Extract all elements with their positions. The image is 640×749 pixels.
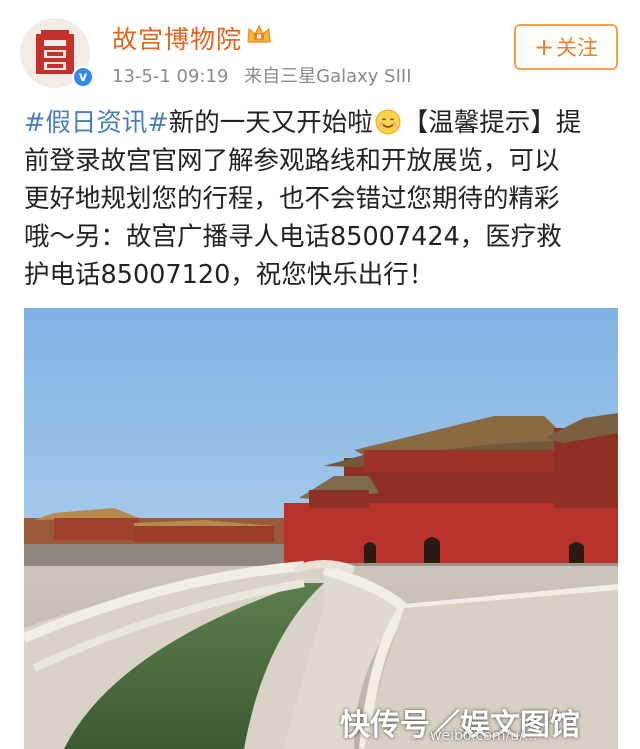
source-device: 来自三星Galaxy SIII <box>244 66 412 87</box>
post-text-line: 哦～另：故宫广播寻人电话85007424，医疗救 <box>24 222 562 252</box>
vip-crown-icon[interactable] <box>246 24 272 46</box>
post-text-line: 护电话85007120，祝您快乐出行！ <box>24 260 435 290</box>
post-meta: 13-5-1 09:19 来自三星Galaxy SIII <box>112 62 412 88</box>
username[interactable]: 故宫博物院 <box>112 20 242 56</box>
plus-icon: + <box>533 33 555 61</box>
timestamp[interactable]: 13-5-1 09:19 <box>112 66 228 87</box>
post-text-segment: 【温馨提示】提 <box>402 108 582 138</box>
post-text-segment: 新的一天又开始啦 <box>168 108 373 138</box>
forbidden-city-photo <box>24 308 618 749</box>
weibo-post: v 故宫博物院 13-5-1 09:19 来自三星Galaxy SIII + 关… <box>0 0 640 749</box>
post-photo[interactable] <box>24 308 618 749</box>
verified-icon: v <box>72 66 94 88</box>
post-text: #假日资讯#新的一天又开始啦 【温馨提示】提 前登录故宫官网了解参观路线和开放展览… <box>24 104 620 294</box>
palace-logo-icon <box>36 30 74 74</box>
follow-button[interactable]: + 关注 <box>514 24 618 70</box>
smile-emoji-icon <box>375 109 401 135</box>
post-text-line: 更好地规划您的行程，也不会错过您期待的精彩 <box>24 184 560 214</box>
post-text-line: 前登录故宫官网了解参观路线和开放展览，可以 <box>24 146 560 176</box>
watermark-url: weibo.com/u/... <box>430 728 538 744</box>
post-text-line: #假日资讯#新的一天又开始啦 【温馨提示】提 <box>24 104 620 142</box>
follow-label: 关注 <box>556 36 599 60</box>
hashtag-link[interactable]: #假日资讯# <box>24 108 169 138</box>
